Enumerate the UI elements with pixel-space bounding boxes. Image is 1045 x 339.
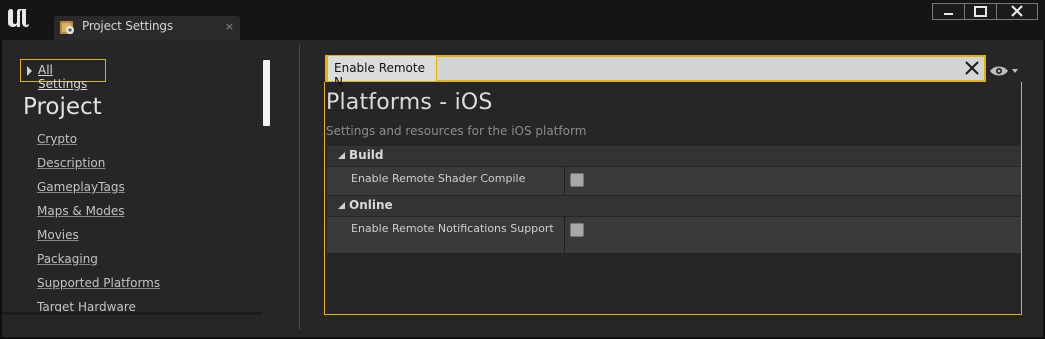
property-label: Enable Remote Notifications Support — [351, 222, 554, 235]
settings-window: All Settings Project Crypto Description … — [2, 40, 1043, 337]
section-title-project: Project — [23, 94, 102, 120]
minimize-icon — [944, 13, 953, 15]
sidebar-item-supported-platforms[interactable]: Supported Platforms — [37, 276, 160, 290]
category-build[interactable]: Build — [327, 146, 1021, 166]
category-label: Online — [349, 198, 393, 212]
project-settings-icon — [60, 21, 74, 34]
sidebar-scrollbar[interactable] — [263, 60, 270, 126]
expand-arrow-icon — [27, 66, 32, 76]
category-label: Build — [349, 148, 384, 162]
sidebar-item-crypto[interactable]: Crypto — [37, 132, 77, 146]
window-controls — [932, 3, 1038, 23]
tab-label: Project Settings — [82, 19, 173, 33]
panel-title: Platforms - iOS — [326, 90, 493, 115]
panel-divider[interactable] — [299, 44, 300, 330]
enable-remote-shader-compile-checkbox[interactable] — [570, 173, 584, 187]
unreal-engine-logo-icon[interactable] — [4, 4, 32, 32]
sidebar-item-gameplaytags[interactable]: GameplayTags — [37, 180, 125, 194]
property-row-enable-remote-shader-compile: Enable Remote Shader Compile — [327, 167, 1021, 195]
collapse-arrow-icon — [338, 152, 345, 159]
collapse-arrow-icon — [338, 202, 345, 209]
all-settings-label: All Settings — [38, 63, 88, 91]
sidebar-item-movies[interactable]: Movies — [37, 228, 79, 242]
property-label: Enable Remote Shader Compile — [351, 172, 526, 185]
close-icon — [1011, 5, 1023, 17]
settings-sidebar: All Settings Project Crypto Description … — [2, 40, 298, 337]
sidebar-item-maps-modes[interactable]: Maps & Modes — [37, 204, 125, 218]
maximize-icon — [974, 6, 987, 17]
sidebar-item-description[interactable]: Description — [37, 156, 105, 170]
property-row-enable-remote-notifications-support: Enable Remote Notifications Support — [327, 217, 1021, 253]
clear-search-icon[interactable] — [963, 59, 981, 77]
details-panel: Platforms - iOS Settings and resources f… — [324, 82, 1022, 315]
panel-subtitle: Settings and resources for the iOS platf… — [326, 124, 587, 138]
category-online[interactable]: Online — [327, 196, 1021, 216]
tab-close-icon[interactable]: × — [225, 20, 234, 34]
minimize-button[interactable] — [932, 3, 965, 20]
sidebar-bottom-edge — [2, 312, 262, 315]
enable-remote-notifications-checkbox[interactable] — [570, 223, 584, 237]
all-settings-button[interactable]: All Settings — [20, 59, 106, 91]
tab-project-settings[interactable]: Project Settings × — [54, 16, 240, 40]
close-window-button[interactable] — [996, 3, 1038, 20]
visibility-options-icon[interactable] — [989, 64, 1019, 78]
column-splitter[interactable] — [564, 167, 565, 195]
sidebar-item-packaging[interactable]: Packaging — [37, 252, 98, 266]
title-bar: Project Settings × — [0, 0, 1045, 40]
column-splitter[interactable] — [564, 217, 565, 253]
search-field[interactable]: Enable Remote N — [325, 55, 986, 89]
maximize-button[interactable] — [964, 3, 997, 20]
search-input[interactable]: Enable Remote N — [327, 55, 437, 89]
